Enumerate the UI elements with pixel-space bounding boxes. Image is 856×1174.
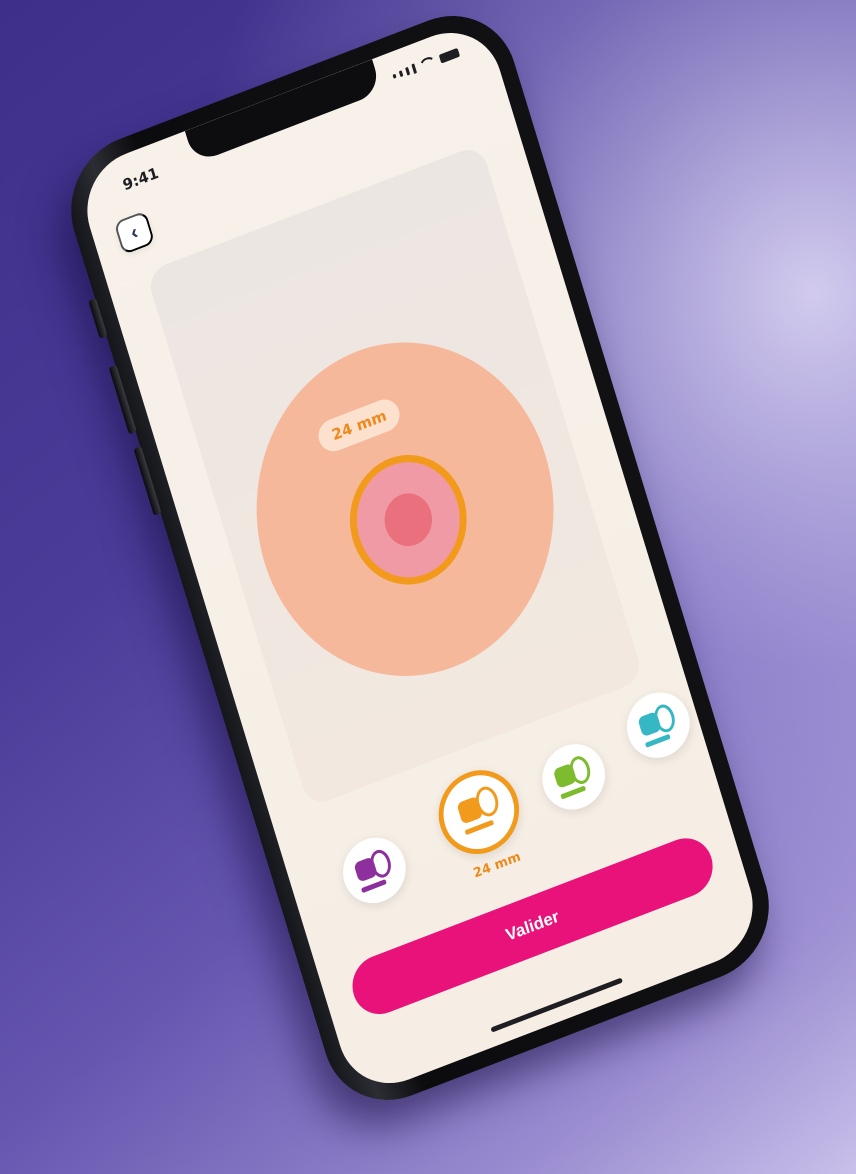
chevron-left-icon: ‹	[128, 221, 141, 245]
status-icons	[391, 46, 460, 83]
signal-icon-bar	[398, 70, 404, 78]
signal-icon-bar	[411, 63, 418, 75]
strip-icon	[560, 785, 587, 800]
wifi-icon	[417, 54, 438, 73]
flange-ring	[334, 437, 483, 603]
skin-area: 24 mm	[216, 297, 594, 721]
strip-icon	[644, 733, 671, 748]
status-time: 9:41	[120, 163, 161, 195]
signal-icon-bar	[405, 66, 411, 76]
product-option-green[interactable]	[534, 734, 613, 819]
size-badge: 24 mm	[314, 394, 404, 456]
selected-size-label: 24 mm	[471, 849, 523, 882]
strip-icon	[361, 879, 387, 894]
product-option-purple[interactable]	[335, 828, 414, 913]
signal-icon	[392, 73, 397, 79]
product-option-teal[interactable]	[618, 683, 698, 768]
back-button[interactable]: ‹	[113, 210, 156, 256]
stoma-core	[378, 486, 439, 554]
battery-icon	[438, 47, 460, 64]
